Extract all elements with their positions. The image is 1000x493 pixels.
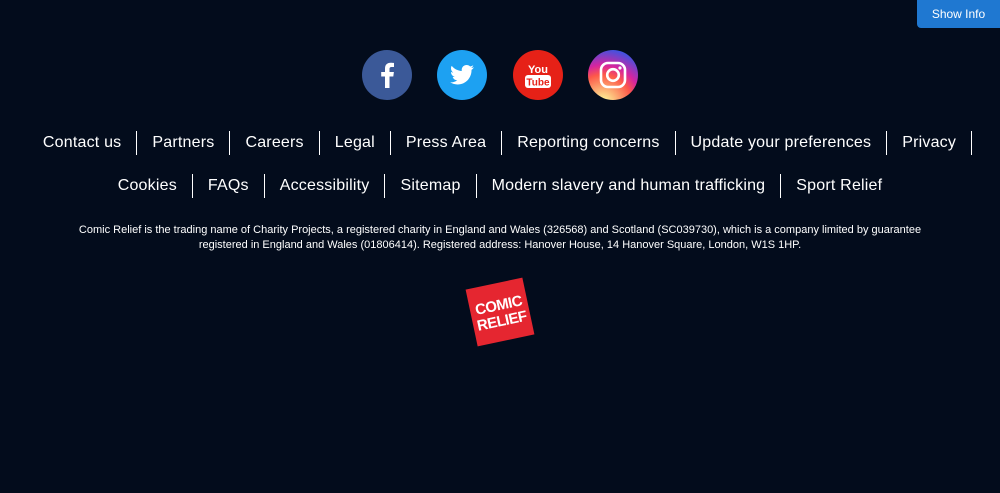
comic-relief-logo[interactable]: COMIC RELIEF (465, 277, 535, 347)
legal-text-line-2: registered in England and Wales (0180641… (198, 239, 802, 251)
footer-link-privacy[interactable]: Privacy (887, 131, 973, 155)
footer-link-cookies[interactable]: Cookies (103, 174, 193, 198)
footer-link-sitemap[interactable]: Sitemap (385, 174, 477, 198)
svg-text:Tube: Tube (526, 78, 550, 89)
svg-text:You: You (528, 64, 548, 76)
footer-links-row-2: Cookies FAQs Accessibility Sitemap Moder… (0, 173, 1000, 199)
footer-link-reporting-concerns[interactable]: Reporting concerns (502, 131, 676, 155)
footer-page: Show Info You Tube Contact us Partners C… (0, 0, 1000, 493)
footer-link-modern-slavery[interactable]: Modern slavery and human trafficking (477, 174, 782, 198)
youtube-link[interactable]: You Tube (512, 50, 563, 100)
footer-link-contact-us[interactable]: Contact us (28, 131, 138, 155)
legal-text: Comic Relief is the trading name of Char… (20, 223, 980, 253)
footer-link-careers[interactable]: Careers (230, 131, 320, 155)
comic-relief-logo-icon: COMIC RELIEF (465, 277, 535, 347)
footer-link-faqs[interactable]: FAQs (193, 174, 265, 198)
show-info-button[interactable]: Show Info (917, 0, 1000, 28)
footer-links-row-1: Contact us Partners Careers Legal Press … (0, 130, 1000, 156)
legal-text-line-1: Comic Relief is the trading name of Char… (78, 224, 922, 236)
footer-link-partners[interactable]: Partners (137, 131, 231, 155)
footer-link-accessibility[interactable]: Accessibility (265, 174, 386, 198)
youtube-icon: You Tube (524, 64, 551, 89)
twitter-link[interactable] (437, 50, 488, 100)
footer-link-legal[interactable]: Legal (320, 131, 391, 155)
footer-link-sport-relief[interactable]: Sport Relief (781, 174, 897, 198)
social-links: You Tube (362, 50, 638, 100)
facebook-link[interactable] (362, 50, 412, 100)
facebook-icon (381, 62, 394, 88)
instagram-icon (599, 61, 627, 89)
footer-link-press-area[interactable]: Press Area (391, 131, 503, 155)
instagram-link[interactable] (587, 50, 638, 100)
twitter-icon (450, 65, 475, 85)
footer-link-update-preferences[interactable]: Update your preferences (676, 131, 888, 155)
